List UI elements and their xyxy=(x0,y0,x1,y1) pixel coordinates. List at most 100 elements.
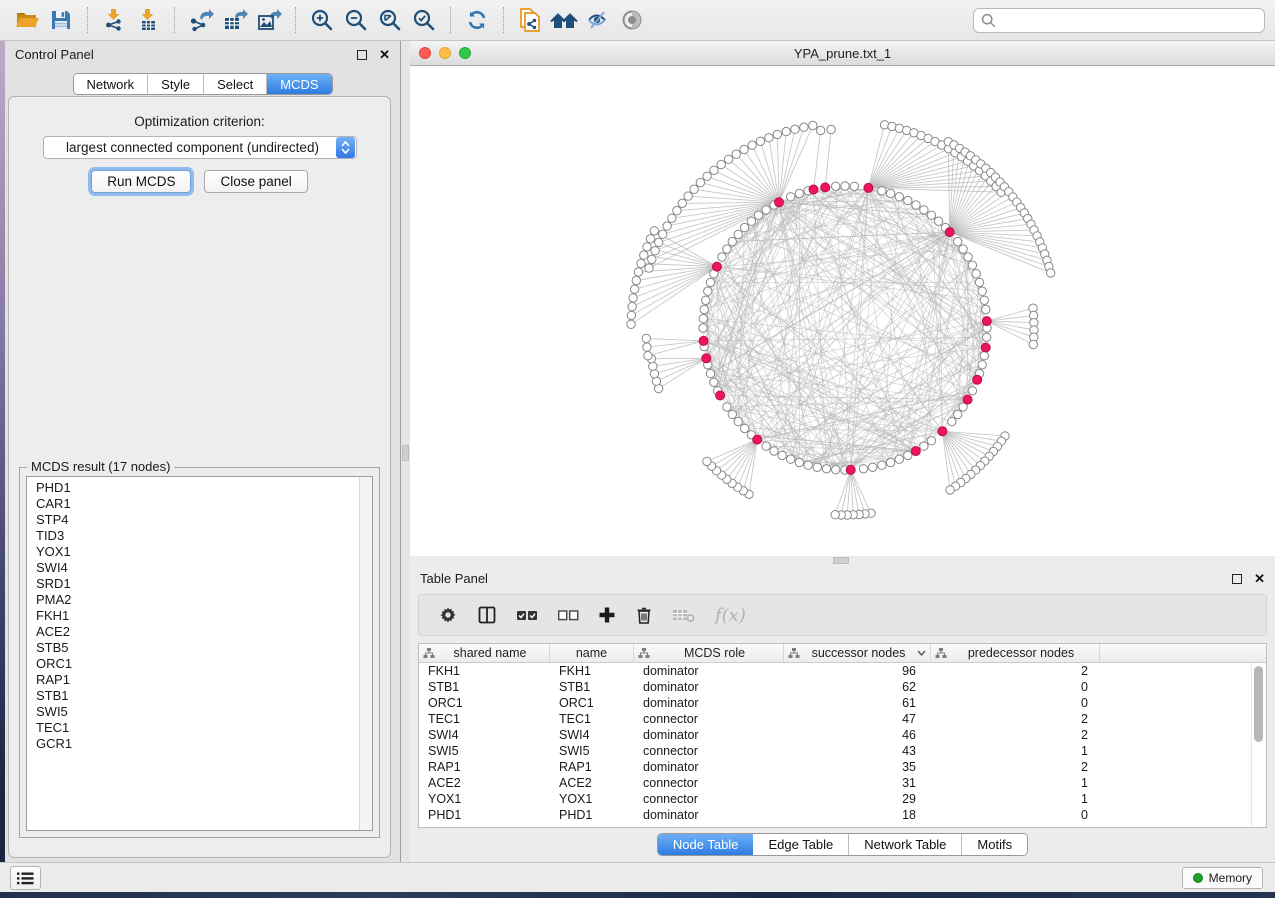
network-node[interactable] xyxy=(954,237,962,245)
table-cell[interactable]: 31 xyxy=(784,775,931,791)
task-history-button[interactable] xyxy=(10,866,41,890)
network-satellite-node[interactable] xyxy=(703,457,711,465)
mcds-result-item[interactable]: STP4 xyxy=(27,512,372,528)
network-node[interactable] xyxy=(968,387,976,395)
network-node[interactable] xyxy=(964,253,972,261)
network-hub-node[interactable] xyxy=(981,343,990,352)
network-hub-node[interactable] xyxy=(712,262,721,271)
network-node[interactable] xyxy=(978,361,986,369)
network-hub-node[interactable] xyxy=(809,185,818,194)
network-node[interactable] xyxy=(934,217,942,225)
network-node[interactable] xyxy=(747,217,755,225)
table-cell[interactable]: ACE2 xyxy=(550,775,634,791)
network-node[interactable] xyxy=(723,403,731,411)
table-cell[interactable]: SWI4 xyxy=(419,727,550,743)
network-satellite-node[interactable] xyxy=(800,123,808,131)
network-satellite-node[interactable] xyxy=(678,199,686,207)
network-satellite-node[interactable] xyxy=(628,302,636,310)
network-satellite-node[interactable] xyxy=(724,155,732,163)
table-cell[interactable]: YOX1 xyxy=(419,791,550,807)
delete-column-button[interactable] xyxy=(635,605,653,625)
mcds-result-item[interactable]: GCR1 xyxy=(27,736,372,752)
network-node[interactable] xyxy=(832,182,840,190)
horizontal-splitter[interactable] xyxy=(410,556,1275,565)
table-cell[interactable]: PHD1 xyxy=(419,807,550,823)
network-node[interactable] xyxy=(878,461,886,469)
network-node[interactable] xyxy=(700,305,708,313)
table-cell[interactable]: SWI4 xyxy=(550,727,634,743)
network-hub-node[interactable] xyxy=(821,183,830,192)
table-cell[interactable]: 2 xyxy=(931,759,1100,775)
network-node[interactable] xyxy=(983,333,991,341)
home-button[interactable] xyxy=(547,4,581,36)
network-node[interactable] xyxy=(734,230,742,238)
table-cell[interactable]: 1 xyxy=(931,775,1100,791)
tab-edge-table[interactable]: Edge Table xyxy=(753,834,849,855)
export-image-button[interactable] xyxy=(252,4,286,36)
network-node[interactable] xyxy=(972,270,980,278)
network-graph[interactable] xyxy=(410,66,1275,556)
network-node[interactable] xyxy=(859,465,867,473)
network-satellite-node[interactable] xyxy=(684,192,692,200)
network-node[interactable] xyxy=(912,201,920,209)
network-satellite-node[interactable] xyxy=(637,259,645,267)
network-satellite-node[interactable] xyxy=(645,264,653,272)
zoom-fit-button[interactable] xyxy=(373,4,407,36)
table-cell[interactable]: 1 xyxy=(931,791,1100,807)
column-header-mcds-role[interactable]: MCDS role xyxy=(634,644,784,662)
network-satellite-node[interactable] xyxy=(642,334,650,342)
network-satellite-node[interactable] xyxy=(663,222,671,230)
tab-motifs[interactable]: Motifs xyxy=(962,834,1027,855)
table-cell[interactable]: 35 xyxy=(784,759,931,775)
network-satellite-node[interactable] xyxy=(817,126,825,134)
table-cell[interactable]: connector xyxy=(634,791,784,807)
apply-layout-button[interactable] xyxy=(460,4,494,36)
network-window-titlebar[interactable]: YPA_prune.txt_1 xyxy=(410,41,1275,66)
splitter-grip[interactable] xyxy=(402,445,409,461)
network-node[interactable] xyxy=(787,193,795,201)
network-satellite-node[interactable] xyxy=(650,370,658,378)
table-cell[interactable]: FKH1 xyxy=(550,663,634,679)
table-scrollbar-thumb[interactable] xyxy=(1254,666,1263,742)
network-hub-node[interactable] xyxy=(846,465,855,474)
zoom-out-button[interactable] xyxy=(339,4,373,36)
table-cell[interactable]: FKH1 xyxy=(419,663,550,679)
table-cell[interactable]: dominator xyxy=(634,727,784,743)
optimization-criterion-select[interactable]: largest connected component (undirected) xyxy=(43,136,357,159)
tab-node-table[interactable]: Node Table xyxy=(658,834,754,855)
export-table-button[interactable] xyxy=(218,4,252,36)
table-row[interactable]: FKH1FKH1dominator962 xyxy=(419,663,1251,679)
table-cell[interactable]: ORC1 xyxy=(419,695,550,711)
search-field[interactable] xyxy=(973,8,1265,33)
network-node[interactable] xyxy=(728,237,736,245)
table-row[interactable]: YOX1YOX1connector291 xyxy=(419,791,1251,807)
tab-select[interactable]: Select xyxy=(204,74,267,94)
table-cell[interactable]: SWI5 xyxy=(550,743,634,759)
network-node[interactable] xyxy=(787,455,795,463)
network-node[interactable] xyxy=(982,305,990,313)
network-hub-node[interactable] xyxy=(938,427,947,436)
network-canvas[interactable] xyxy=(410,66,1275,556)
network-hub-node[interactable] xyxy=(911,447,920,456)
mcds-result-item[interactable]: CAR1 xyxy=(27,496,372,512)
network-node[interactable] xyxy=(927,437,935,445)
zoom-in-button[interactable] xyxy=(305,4,339,36)
network-node[interactable] xyxy=(886,189,894,197)
network-satellite-node[interactable] xyxy=(632,276,640,284)
network-satellite-node[interactable] xyxy=(644,352,652,360)
network-node[interactable] xyxy=(841,182,849,190)
splitter-grip[interactable] xyxy=(833,557,849,564)
network-satellite-node[interactable] xyxy=(732,150,740,158)
table-cell[interactable]: connector xyxy=(634,711,784,727)
unselect-all-columns-button[interactable] xyxy=(557,607,579,623)
table-cell[interactable]: ACE2 xyxy=(419,775,550,791)
network-node[interactable] xyxy=(978,287,986,295)
network-satellite-node[interactable] xyxy=(748,141,756,149)
table-cell[interactable]: dominator xyxy=(634,679,784,695)
network-node[interactable] xyxy=(754,211,762,219)
tab-mcds[interactable]: MCDS xyxy=(267,74,331,94)
network-node[interactable] xyxy=(699,315,707,323)
mcds-result-item[interactable]: STB5 xyxy=(27,640,372,656)
table-cell[interactable]: 62 xyxy=(784,679,931,695)
table-row[interactable]: PHD1PHD1dominator180 xyxy=(419,807,1251,823)
